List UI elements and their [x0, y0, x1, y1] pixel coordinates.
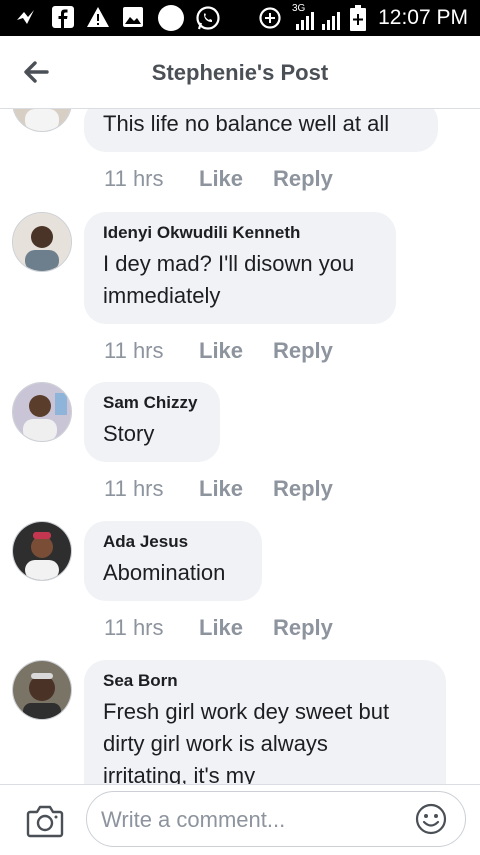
- facebook-icon: [52, 6, 74, 28]
- comment-time: 11 hrs: [104, 615, 164, 640]
- like-link[interactable]: Like: [199, 336, 273, 366]
- like-link[interactable]: Like: [199, 164, 273, 194]
- camera-icon: [26, 805, 64, 838]
- comment-input[interactable]: [99, 802, 403, 838]
- comment-bubble[interactable]: Ada Jesus Abomination: [84, 521, 262, 601]
- avatar[interactable]: [12, 108, 72, 132]
- like-link[interactable]: Like: [199, 474, 273, 504]
- signal-icon: [296, 12, 340, 30]
- clock: 12:07 PM: [378, 6, 468, 29]
- whatsapp-icon: [196, 6, 220, 30]
- avatar-photo: [13, 383, 71, 441]
- comment-time: 11 hrs: [104, 476, 164, 501]
- comment-author[interactable]: Ada Jesus: [103, 531, 242, 553]
- reply-link[interactable]: Reply: [273, 474, 333, 504]
- status-bar: 3G 12:07 PM: [0, 0, 480, 36]
- comment-composer: [0, 784, 480, 855]
- reply-link[interactable]: Reply: [273, 613, 333, 643]
- comment-actions: 11 hrs Like Reply: [104, 474, 333, 504]
- comment-author[interactable]: Sam Chizzy: [103, 392, 200, 414]
- emoji-icon: [415, 803, 447, 835]
- reply-link[interactable]: Reply: [273, 336, 333, 366]
- comment-input-box[interactable]: [86, 791, 466, 847]
- comment-actions: 11 hrs Like Reply: [104, 613, 333, 643]
- camera-button[interactable]: [26, 804, 64, 838]
- avatar-photo: [13, 108, 71, 131]
- comment-text: This life no balance well at all: [103, 111, 390, 136]
- avatar-photo: [13, 522, 71, 580]
- comment-actions: 11 hrs Like Reply: [104, 336, 333, 366]
- circle-icon: [158, 5, 184, 31]
- avatar-photo: [13, 213, 71, 271]
- comment-author[interactable]: Idenyi Okwudili Kenneth: [103, 222, 376, 244]
- page-title: Stephenie's Post: [151, 60, 329, 85]
- comment-author[interactable]: Sea Born: [103, 670, 426, 692]
- warning-icon: [87, 7, 109, 27]
- comment-actions: 11 hrs Like Reply: [104, 164, 333, 194]
- reply-link[interactable]: Reply: [273, 164, 333, 194]
- comments-list[interactable]: This life no balance well at all 11 hrs L…: [0, 108, 480, 784]
- battery-icon: [350, 5, 366, 31]
- like-link[interactable]: Like: [199, 613, 273, 643]
- avatar-photo: [13, 661, 71, 719]
- comment-text: Story: [103, 421, 155, 446]
- comment-text: Fresh girl work dey sweet but dirty girl…: [103, 699, 390, 784]
- post-header: Stephenie's Post: [0, 36, 480, 109]
- image-icon: [123, 7, 143, 27]
- emoji-button[interactable]: [415, 803, 447, 835]
- comment-bubble[interactable]: Sam Chizzy Story: [84, 382, 220, 462]
- messenger-bolt-icon: [17, 10, 34, 24]
- avatar[interactable]: [12, 382, 72, 442]
- comment-time: 11 hrs: [104, 338, 164, 363]
- comment-bubble[interactable]: Sea Born Fresh girl work dey sweet but d…: [84, 660, 446, 784]
- data-saver-icon: [259, 7, 281, 29]
- comment-bubble[interactable]: Idenyi Okwudili Kenneth I dey mad? I'll …: [84, 212, 396, 324]
- avatar[interactable]: [12, 521, 72, 581]
- comment-text: I dey mad? I'll disown you immediately: [103, 251, 355, 308]
- avatar[interactable]: [12, 660, 72, 720]
- comment-time: 11 hrs: [104, 166, 164, 191]
- avatar[interactable]: [12, 212, 72, 272]
- comment-text: Abomination: [103, 560, 226, 585]
- comment-bubble[interactable]: This life no balance well at all: [84, 108, 438, 152]
